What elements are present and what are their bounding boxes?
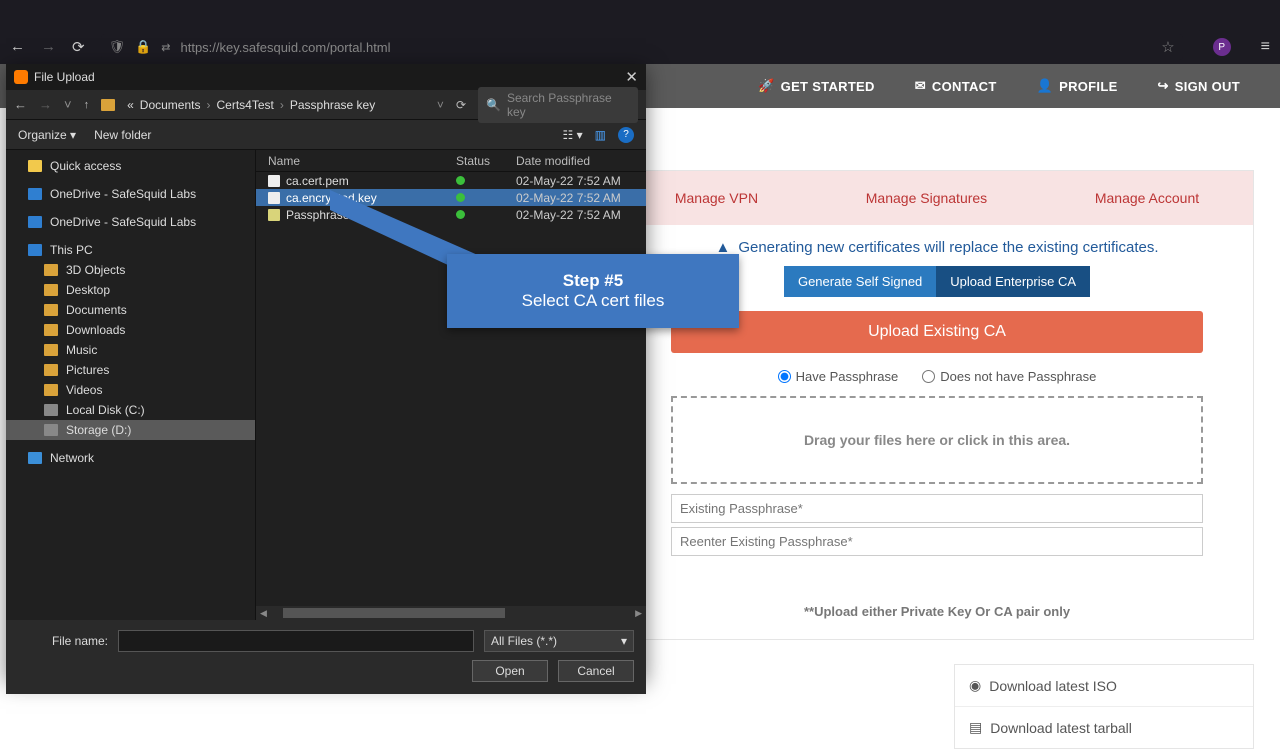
bookmark-icon[interactable]: ☆ xyxy=(1161,38,1174,56)
open-button[interactable]: Open xyxy=(472,660,548,682)
nav-recent-icon[interactable]: ˅ xyxy=(64,97,72,112)
search-input[interactable]: 🔍 Search Passphrase key xyxy=(478,87,638,123)
tab-manage-vpn[interactable]: Manage VPN xyxy=(675,190,758,206)
search-icon: 🔍 xyxy=(486,98,501,112)
browser-toolbar: ← → ⟳ 🛡 🔒 ⇄ https://key.safesquid.com/po… xyxy=(0,30,1280,64)
reload-icon[interactable]: ⟳ xyxy=(72,38,85,56)
filetype-select[interactable]: All Files (*.*)▾ xyxy=(484,630,634,652)
filename-label: File name: xyxy=(18,634,108,648)
pc-icon xyxy=(28,244,42,256)
cancel-button[interactable]: Cancel xyxy=(558,660,634,682)
organize-menu[interactable]: Organize ▾ xyxy=(18,128,76,142)
downloads-panel: ◉Download latest ISO ▤Download latest ta… xyxy=(954,664,1254,749)
rocket-icon: 🚀 xyxy=(758,78,775,94)
file-dropzone[interactable]: Drag your files here or click in this ar… xyxy=(671,396,1203,484)
download-tarball-link[interactable]: ▤Download latest tarball xyxy=(955,706,1253,748)
col-name[interactable]: Name xyxy=(256,154,456,168)
permissions-icon: ⇄ xyxy=(161,41,170,54)
horizontal-scrollbar[interactable]: ◀▶ xyxy=(256,606,646,620)
col-date[interactable]: Date modified xyxy=(516,154,646,168)
folder-icon xyxy=(44,364,58,376)
envelope-icon: ✉ xyxy=(915,78,926,94)
file-upload-dialog: File Upload ✕ ← → ˅ ↑ « Documents› Certs… xyxy=(6,64,646,680)
profile-avatar[interactable]: P xyxy=(1213,38,1231,56)
folder-icon xyxy=(101,99,115,111)
signout-icon: ↪ xyxy=(1158,78,1169,94)
nav-back-icon[interactable]: ← xyxy=(14,97,27,112)
folder-icon xyxy=(44,264,58,276)
col-status[interactable]: Status xyxy=(456,154,516,168)
existing-passphrase-input[interactable] xyxy=(671,494,1203,523)
breadcrumb[interactable]: « Documents› Certs4Test› Passphrase key xyxy=(127,98,425,112)
nav-forward-icon[interactable]: → xyxy=(39,97,52,112)
user-icon: 👤 xyxy=(1037,78,1054,94)
upload-note: **Upload either Private Key Or CA pair o… xyxy=(621,560,1253,639)
new-folder-button[interactable]: New folder xyxy=(94,128,151,142)
file-icon xyxy=(268,192,280,204)
folder-tree[interactable]: Quick access OneDrive - SafeSquid Labs O… xyxy=(6,150,256,620)
nav-contact[interactable]: ✉CONTACT xyxy=(915,78,997,94)
address-bar[interactable]: 🛡 🔒 ⇄ https://key.safesquid.com/portal.h… xyxy=(101,34,1183,60)
nav-profile[interactable]: 👤PROFILE xyxy=(1037,78,1118,94)
archive-icon: ▤ xyxy=(969,719,982,736)
forward-icon[interactable]: → xyxy=(41,38,56,56)
preview-icon[interactable]: ▥ xyxy=(595,128,606,142)
folder-icon xyxy=(44,284,58,296)
shield-icon: 🛡 xyxy=(109,39,126,55)
dialog-title: File Upload xyxy=(34,70,95,84)
star-icon xyxy=(28,160,42,172)
step-callout: Step #5 Select CA cert files xyxy=(447,254,739,328)
file-row[interactable]: ca.cert.pem02-May-22 7:52 AM xyxy=(256,172,646,189)
disc-icon: ◉ xyxy=(969,677,981,694)
help-icon[interactable]: ? xyxy=(618,127,634,143)
radio-no-passphrase[interactable]: Does not have Passphrase xyxy=(922,369,1096,384)
main-panel: Manage VPN Manage Signatures Manage Acco… xyxy=(620,170,1254,640)
warning-text: Generating new certificates will replace… xyxy=(738,239,1158,256)
firefox-icon xyxy=(14,70,28,84)
cloud-icon xyxy=(28,216,42,228)
lock-icon: 🔒 xyxy=(135,39,151,55)
url-text: https://key.safesquid.com/portal.html xyxy=(181,40,391,55)
network-icon xyxy=(28,452,42,464)
nav-up-icon[interactable]: ↑ xyxy=(84,99,90,111)
disk-icon xyxy=(44,404,58,416)
tab-manage-account[interactable]: Manage Account xyxy=(1095,190,1199,206)
upload-enterprise-ca-button[interactable]: Upload Enterprise CA xyxy=(936,266,1090,297)
view-icon[interactable]: ☷ ▾ xyxy=(563,128,583,142)
generate-self-signed-button[interactable]: Generate Self Signed xyxy=(784,266,936,297)
file-icon xyxy=(268,209,280,221)
download-iso-link[interactable]: ◉Download latest ISO xyxy=(955,665,1253,706)
folder-icon xyxy=(44,384,58,396)
file-icon xyxy=(268,175,280,187)
disk-icon xyxy=(44,424,58,436)
menu-icon[interactable]: ≡ xyxy=(1261,38,1270,56)
folder-icon xyxy=(44,344,58,356)
upload-existing-ca-header: Upload Existing CA xyxy=(671,311,1203,353)
back-icon[interactable]: ← xyxy=(10,38,25,56)
nav-sign-out[interactable]: ↪SIGN OUT xyxy=(1158,78,1240,94)
status-ok-icon xyxy=(456,176,465,185)
cloud-icon xyxy=(28,188,42,200)
chevron-down-icon[interactable]: ˅ xyxy=(437,98,444,112)
filename-input[interactable] xyxy=(118,630,474,652)
tab-manage-signatures[interactable]: Manage Signatures xyxy=(866,190,987,206)
folder-icon xyxy=(44,324,58,336)
reenter-passphrase-input[interactable] xyxy=(671,527,1203,556)
folder-icon xyxy=(44,304,58,316)
nav-get-started[interactable]: 🚀GET STARTED xyxy=(758,78,875,94)
radio-have-passphrase[interactable]: Have Passphrase xyxy=(778,369,899,384)
close-icon[interactable]: ✕ xyxy=(625,68,638,86)
refresh-icon[interactable]: ⟳ xyxy=(456,98,466,112)
